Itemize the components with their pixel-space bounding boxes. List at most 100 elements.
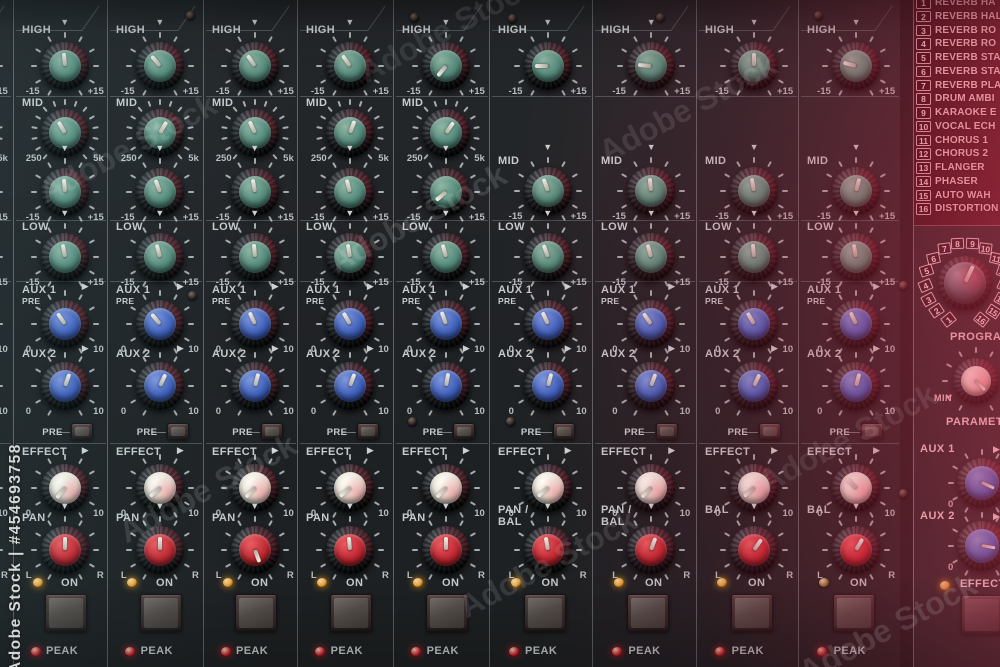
low-knob[interactable]: ▼-15+15 [614, 220, 688, 294]
knob-tick [650, 454, 652, 460]
master-effect-button[interactable] [961, 595, 1000, 635]
aux2-knob[interactable]: ▶010 [0, 349, 6, 423]
low-knob[interactable]: ▼-15+15 [819, 220, 893, 294]
knob-tick [826, 48, 832, 53]
pre-button[interactable] [453, 423, 475, 440]
high-knob[interactable]: ▼-15+15 [28, 29, 102, 103]
knob-tick [633, 36, 638, 42]
aux2-knob[interactable]: ▶010 [511, 349, 585, 423]
aux2-knob[interactable]: ▶010 [409, 349, 483, 423]
on-button[interactable] [833, 594, 875, 632]
pointer-line [342, 312, 352, 325]
knob-tick [633, 227, 638, 233]
pan-knob[interactable]: ▼LR [218, 513, 292, 587]
low-knob[interactable]: ▼-15+15 [717, 220, 791, 294]
pre-button[interactable] [656, 423, 678, 440]
program-knob[interactable] [938, 256, 992, 310]
low-knob[interactable]: ▼-15+15 [0, 220, 6, 294]
knob-tick [130, 470, 136, 475]
aux2-knob[interactable]: ▶010 [123, 349, 197, 423]
aux2-knob-body [422, 362, 470, 410]
low-knob[interactable]: ▼-15+15 [28, 220, 102, 294]
aux2-knob-pointer [44, 366, 85, 407]
knob-tick [736, 161, 741, 167]
high-knob[interactable]: ▼-15+15 [0, 29, 6, 103]
aux2-knob[interactable]: ▶010 [717, 349, 791, 423]
pre-button[interactable] [357, 423, 379, 440]
effect-program-name: REVERB HAL [935, 11, 1000, 22]
on-button[interactable] [524, 594, 566, 632]
knob-tick [278, 563, 284, 568]
low-knob[interactable]: ▼-15+15 [218, 220, 292, 294]
high-knob[interactable]: ▼-15+15 [409, 29, 483, 103]
high-knob[interactable]: ▼-15+15 [123, 29, 197, 103]
on-button[interactable] [330, 594, 372, 632]
pan-knob[interactable]: ▼LR [313, 513, 387, 587]
knob-tick [278, 79, 284, 84]
knob-tick [332, 162, 337, 168]
low-knob[interactable]: ▼-15+15 [313, 220, 387, 294]
knob-tick [93, 323, 99, 325]
pre-button[interactable] [759, 423, 781, 440]
aux2-knob[interactable]: ▶010 [313, 349, 387, 423]
pre-connector-line [642, 432, 656, 433]
pan-knob[interactable]: ▼LR [511, 513, 585, 587]
aux2-knob[interactable]: ▶010 [28, 349, 102, 423]
nominal-marker-icon: ▶ [177, 344, 184, 353]
knob-tick [633, 90, 638, 96]
pan-knob[interactable]: ▼LR [28, 513, 102, 587]
high-knob[interactable]: ▼-15+15 [313, 29, 387, 103]
knob-tick [363, 410, 368, 416]
nominal-marker-icon: ▶ [873, 282, 880, 291]
aux2-knob[interactable]: ▶010 [819, 349, 893, 423]
knob-tick [88, 79, 94, 84]
aux2-knob[interactable]: ▶010 [218, 349, 292, 423]
pan-knob[interactable]: ▼LR [614, 513, 688, 587]
knob-tick [855, 352, 857, 358]
on-button[interactable] [627, 594, 669, 632]
pan-knob[interactable]: ▼LR [123, 513, 197, 587]
master-aux1-knob-cap [965, 466, 998, 499]
knob-tick [720, 323, 726, 325]
nominal-marker-icon: ▼ [409, 18, 483, 27]
knob-tick [412, 256, 418, 258]
range-max-label: 10 [0, 406, 8, 417]
on-button[interactable] [235, 594, 277, 632]
low-knob[interactable]: ▼-15+15 [511, 220, 585, 294]
aux1-knob-body [231, 300, 279, 348]
knob-tick [31, 323, 37, 325]
low-knob[interactable]: ▼-15+15 [409, 220, 483, 294]
low-knob[interactable]: ▼-15+15 [123, 220, 197, 294]
knob-tick [225, 79, 231, 84]
on-button[interactable] [45, 594, 87, 632]
knob-tick [884, 385, 890, 387]
pan-knob[interactable]: ▼LR [409, 513, 483, 587]
pre-button[interactable] [553, 423, 575, 440]
aux2-knob[interactable]: ▶010 [614, 349, 688, 423]
pre-button[interactable] [861, 423, 883, 440]
midgain-knob-cap [144, 176, 176, 208]
pointer-line [646, 244, 653, 258]
knob-tick [514, 65, 520, 67]
pre-button[interactable] [261, 423, 283, 440]
knob-tick [31, 137, 37, 140]
pan-knob[interactable]: ▼LR [717, 513, 791, 587]
on-button[interactable] [426, 594, 468, 632]
knob-tick [547, 290, 549, 296]
high-knob[interactable]: ▼-15+15 [717, 29, 791, 103]
pan-knob[interactable]: ▼LR [0, 513, 6, 587]
pan-knob[interactable]: ▼LR [819, 513, 893, 587]
on-button[interactable] [140, 594, 182, 632]
high-knob[interactable]: ▼-15+15 [614, 29, 688, 103]
high-knob[interactable]: ▼-15+15 [218, 29, 292, 103]
high-knob[interactable]: ▼-15+15 [511, 29, 585, 103]
high-knob[interactable]: ▼-15+15 [819, 29, 893, 103]
knob-tick [778, 239, 784, 244]
pre-button[interactable] [71, 423, 93, 440]
parameter-knob[interactable] [939, 344, 1000, 418]
on-button[interactable] [731, 594, 773, 632]
knob-tick [363, 227, 368, 233]
pre-button[interactable] [167, 423, 189, 440]
knob-tick [633, 161, 638, 167]
knob-tick [237, 356, 242, 362]
